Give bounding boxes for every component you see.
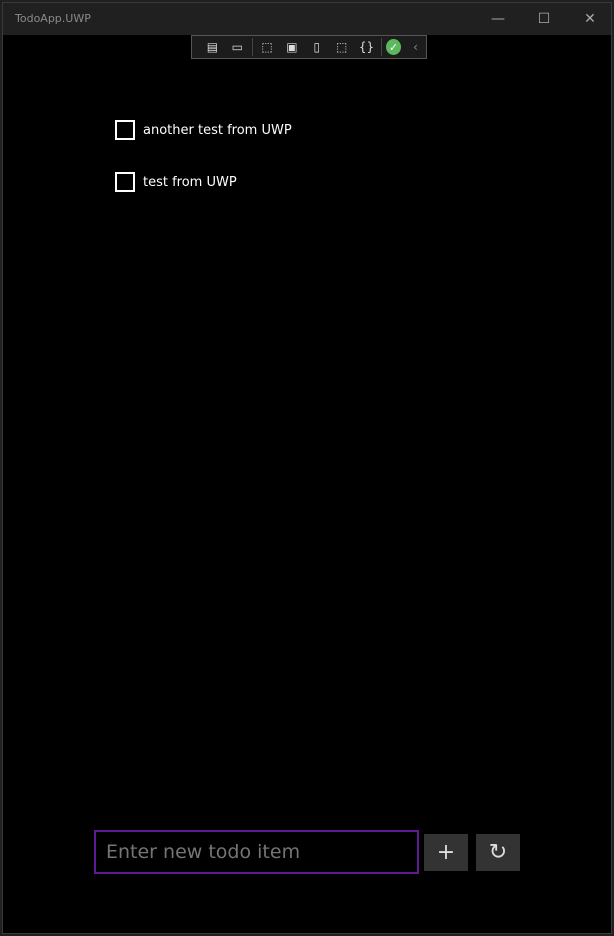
xaml-debug-toolbar: ▤ ▭ ⬚ ▣ ▯ ⬚ {} ✓ ‹ (191, 35, 427, 59)
todo-item[interactable]: another test from UWP (115, 120, 292, 140)
separator (251, 38, 253, 56)
collapse-icon[interactable]: ‹ (405, 38, 426, 56)
app-window: TodoApp.UWP — ☐ ✕ ▤ ▭ ⬚ ▣ ▯ ⬚ {} ✓ ‹ ano… (2, 2, 612, 934)
todo-checkbox[interactable] (115, 172, 135, 192)
todo-checkbox[interactable] (115, 120, 135, 140)
add-button[interactable]: + (424, 834, 468, 871)
new-todo-input[interactable] (94, 830, 419, 874)
title-bar: TodoApp.UWP — ☐ ✕ (3, 3, 611, 35)
todo-item[interactable]: test from UWP (115, 172, 237, 192)
preview-selection-icon[interactable]: ⬚ (331, 38, 352, 56)
minimize-button[interactable]: — (475, 3, 521, 35)
binding-failures-icon[interactable]: {} (356, 38, 377, 56)
display-layout-adorners-icon[interactable]: ▣ (282, 38, 303, 56)
track-focus-icon[interactable]: ▯ (306, 38, 327, 56)
record-icon[interactable]: ▭ (227, 38, 248, 56)
refresh-button[interactable]: ↻ (476, 834, 520, 871)
window-title: TodoApp.UWP (15, 12, 91, 25)
todo-label: another test from UWP (143, 122, 292, 138)
status-ok-icon[interactable]: ✓ (385, 39, 402, 55)
close-button[interactable]: ✕ (567, 3, 613, 35)
todo-label: test from UWP (143, 174, 237, 190)
separator (380, 38, 382, 56)
live-visual-tree-icon[interactable]: ▤ (202, 38, 223, 56)
maximize-button[interactable]: ☐ (521, 3, 567, 35)
select-element-icon[interactable]: ⬚ (257, 38, 278, 56)
